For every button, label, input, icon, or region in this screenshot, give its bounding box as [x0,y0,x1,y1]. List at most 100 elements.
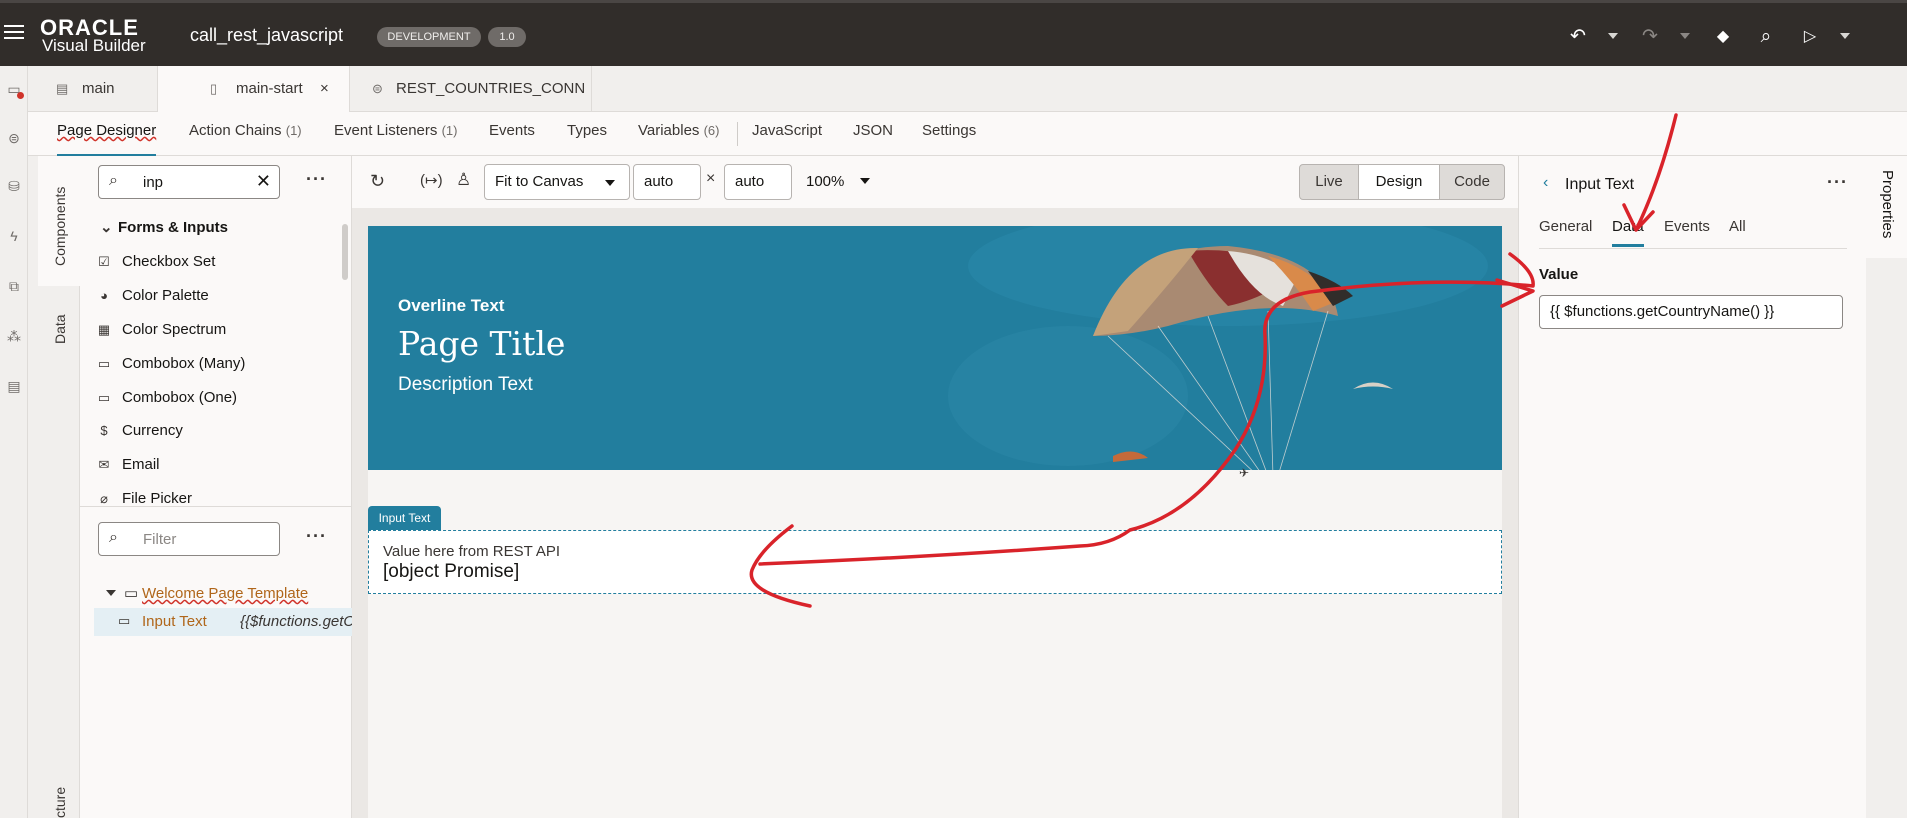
search-icon: ⌕ [109,529,118,546]
more-options-icon[interactable]: ··· [306,526,327,547]
search-value: inp [143,174,164,191]
processes-icon[interactable]: ϟ [4,226,24,246]
component-item[interactable]: ▭ Combobox (One) [94,389,237,411]
parachutist-figure-icon: ✈ [1239,466,1250,480]
input-text-component[interactable]: Value here from REST API [object Promise… [368,530,1502,594]
more-options-icon[interactable]: ··· [306,169,327,190]
group-header[interactable]: ⌄ Forms & Inputs [100,218,228,236]
structure-filter-input[interactable]: ⌕ Filter [98,522,280,556]
component-item[interactable]: ◕ Color Palette [94,287,209,309]
properties-panel: ‹ Input Text ··· General Data Events All… [1518,156,1866,818]
tree-node-root[interactable]: ▭ Welcome Page Template [124,584,308,602]
tab-main[interactable]: ▤ main [28,66,158,112]
menu-icon[interactable] [4,25,24,41]
right-rail: Properties [1866,156,1907,818]
git-icon[interactable]: ◆ [1711,25,1735,49]
tab-count: (1) [285,123,302,138]
component-item[interactable]: ✉ Email [94,456,160,478]
tab-general[interactable]: General [1539,218,1592,235]
component-item[interactable]: ▦ Color Spectrum [94,321,226,343]
design-mode-button[interactable]: Design [1358,164,1440,200]
version-badge: 1.0 [488,27,526,47]
value-expression-input[interactable]: {{ $functions.getCountryName() }} [1539,295,1843,329]
undo-icon[interactable]: ↶ [1566,25,1590,49]
run-menu-chevron-icon[interactable] [1840,33,1850,39]
layouts-icon[interactable]: ⁂ [4,326,24,346]
business-objects-icon[interactable]: ⛁ [4,176,24,196]
input-value[interactable]: [object Promise] [383,561,519,583]
left-panel-tabs: Components Data cture [28,156,80,818]
tab-event-listeners[interactable]: Event Listeners (1) [334,122,457,139]
tab-action-chains[interactable]: Action Chains (1) [189,122,302,139]
page-icon: ▯ [210,81,218,96]
app-title: call_rest_javascript [190,25,344,45]
scrollbar-thumb[interactable] [342,224,348,280]
tab-data[interactable]: Data [52,314,68,344]
tab-page-designer[interactable]: Page Designer [57,122,157,157]
tab-types[interactable]: Types [567,122,607,139]
tree-expand-icon[interactable] [106,590,116,596]
clear-icon[interactable]: ✕ [256,171,271,192]
tab-main-start[interactable]: ▯ main-start × [158,66,350,113]
search-icon[interactable]: ⌕ [1754,25,1778,49]
source-icon[interactable]: ▤ [4,376,24,396]
component-item[interactable]: $ Currency [94,422,182,444]
canvas-width-input[interactable]: auto [633,164,701,200]
tab-rest-countries-conn[interactable]: ⊜ REST_COUNTRIES_CONN [350,66,592,112]
app-header: ORACLE Visual Builder call_rest_javascri… [0,0,1907,66]
component-item[interactable]: ☑ Checkbox Set [94,253,215,275]
tabs-divider [1539,248,1847,249]
variables-icon[interactable]: (↦) [420,171,443,189]
product-name: Visual Builder [42,36,146,55]
tree-node-input-text[interactable]: ▭ Input Text {{$functions.getC [94,608,352,636]
component-item[interactable]: ⌀ File Picker [94,490,192,506]
welcome-banner[interactable]: Overline Text Page Title Description Tex… [368,226,1502,470]
chevron-down-icon [860,178,870,184]
tab-components[interactable]: Components [52,187,68,266]
undo-menu-chevron-icon[interactable] [1608,33,1618,39]
env-badge: DEVELOPMENT [377,27,481,47]
tab-label: REST_COUNTRIES_CONN [396,80,586,97]
code-mode-button[interactable]: Code [1439,164,1505,200]
input-label: Value here from REST API [383,543,561,560]
tab-events[interactable]: Events [489,122,535,139]
component-label: Color Spectrum [122,321,227,338]
service-connection-icon: ⊜ [372,81,383,96]
page-description: Description Text [398,374,533,395]
back-chevron-icon[interactable]: ‹ [1543,174,1548,192]
tab-variables[interactable]: Variables (6) [638,122,719,139]
services-icon[interactable]: ⊜ [4,128,24,148]
refresh-icon[interactable]: ↻ [370,171,385,192]
close-icon[interactable]: × [320,66,329,112]
user-icon[interactable]: ♙ [456,170,471,190]
tab-structure[interactable]: cture [52,787,68,818]
tab-label: Action Chains [189,122,282,139]
panel-divider[interactable] [80,506,352,507]
chevron-down-icon [605,180,615,186]
page-icon: ▤ [56,81,69,96]
zoom-select[interactable]: 100% [806,173,870,190]
run-icon[interactable]: ▷ [1798,25,1822,49]
tab-events[interactable]: Events [1664,218,1710,235]
canvas-height-input[interactable]: auto [724,164,792,200]
zoom-value: 100% [806,173,845,190]
page-preview: Overline Text Page Title Description Tex… [368,226,1502,818]
tab-all[interactable]: All [1729,218,1746,235]
tab-json[interactable]: JSON [853,122,893,139]
fit-to-canvas-select[interactable]: Fit to Canvas [484,164,630,200]
component-list-scrollbar[interactable] [342,214,348,440]
components-icon[interactable]: ⧉ [4,276,24,296]
value-label: Value [1539,266,1579,283]
more-options-icon[interactable]: ··· [1827,172,1848,193]
live-mode-button[interactable]: Live [1299,164,1359,200]
left-navigator-rail: ▭ ⊜ ⛁ ϟ ⧉ ⁂ ▤ [0,66,28,818]
component-search-input[interactable]: ⌕ inp ✕ [98,165,280,199]
tab-javascript[interactable]: JavaScript [752,122,822,139]
redo-menu-chevron-icon[interactable] [1680,33,1690,39]
tree-node-value: {{$functions.getC [240,613,352,630]
component-item[interactable]: ▭ Combobox (Many) [94,355,246,377]
redo-icon[interactable]: ↷ [1638,25,1662,49]
tab-data[interactable]: Data [1612,218,1644,247]
tab-properties[interactable]: Properties [1879,170,1896,238]
tab-settings[interactable]: Settings [922,122,976,139]
